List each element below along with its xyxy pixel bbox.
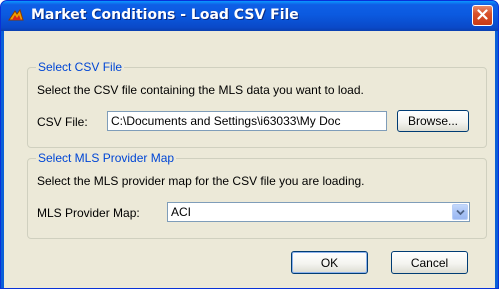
cancel-button[interactable]: Cancel: [391, 251, 468, 274]
close-icon: [477, 8, 488, 23]
close-button[interactable]: [472, 5, 493, 26]
app-logo-icon: [7, 7, 25, 25]
mls-group-description: Select the MLS provider map for the CSV …: [37, 174, 365, 188]
csv-group-description: Select the CSV file containing the MLS d…: [37, 83, 364, 97]
mls-provider-map-value: ACI: [171, 205, 192, 219]
csv-file-group: Select CSV File Select the CSV file cont…: [27, 60, 487, 148]
mls-provider-map-label: MLS Provider Map:: [37, 206, 140, 220]
dialog-window: Market Conditions - Load CSV File Select…: [0, 0, 499, 289]
chevron-down-icon[interactable]: [452, 204, 468, 220]
csv-group-legend: Select CSV File: [36, 60, 125, 74]
browse-button[interactable]: Browse...: [397, 110, 469, 132]
dialog-body: Select CSV File Select the CSV file cont…: [4, 31, 495, 288]
ok-button[interactable]: OK: [291, 251, 368, 274]
title-bar[interactable]: Market Conditions - Load CSV File: [1, 1, 498, 31]
mls-group-legend: Select MLS Provider Map: [36, 151, 177, 165]
csv-file-path-input[interactable]: C:\Documents and Settings\i63033\My Doc: [107, 111, 387, 131]
mls-provider-map-select[interactable]: ACI: [167, 202, 470, 222]
mls-map-group: Select MLS Provider Map Select the MLS p…: [27, 151, 487, 239]
window-title: Market Conditions - Load CSV File: [31, 7, 299, 23]
csv-file-label: CSV File:: [37, 115, 88, 129]
